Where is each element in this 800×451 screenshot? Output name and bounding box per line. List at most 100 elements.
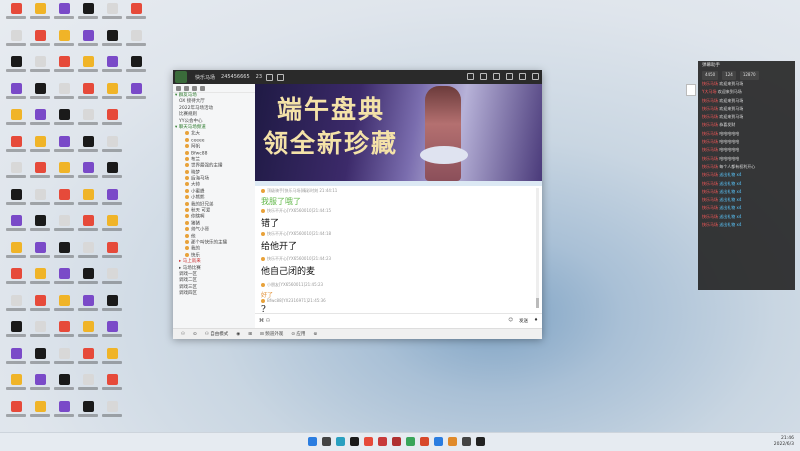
desktop-shortcut-icon[interactable]: [28, 372, 52, 396]
desktop-shortcut-icon[interactable]: [100, 240, 124, 264]
desktop-shortcut-icon[interactable]: [76, 54, 100, 78]
footer-item[interactable]: ⊟ 频道外观: [260, 331, 283, 337]
taskbar-app-icon[interactable]: [322, 437, 331, 446]
channel-item[interactable]: 调戏四区: [173, 291, 255, 297]
maximize-icon[interactable]: [519, 73, 526, 80]
desktop-shortcut-icon[interactable]: [4, 319, 28, 343]
desktop-shortcut-icon[interactable]: [28, 213, 52, 237]
desktop-shortcut-icon[interactable]: [4, 372, 28, 396]
footer-item[interactable]: ◉: [236, 332, 240, 337]
taskbar-app-icon[interactable]: [308, 437, 317, 446]
desktop-shortcut-icon[interactable]: [28, 187, 52, 211]
footer-item[interactable]: ⊙: [193, 332, 197, 337]
desktop-shortcut-icon[interactable]: [100, 107, 124, 131]
chat-message[interactable]: 快乐不开心[YX6560010]21:44:15 错了: [261, 208, 331, 229]
game-icon[interactable]: [480, 73, 487, 80]
desktop-shortcut-icon[interactable]: [76, 28, 100, 52]
share-icon[interactable]: [277, 73, 285, 81]
desktop-shortcut-icon[interactable]: [28, 346, 52, 370]
desktop-shortcut-icon[interactable]: [100, 213, 124, 237]
close-icon[interactable]: [532, 73, 539, 80]
desktop-shortcut-icon[interactable]: [28, 319, 52, 343]
desktop-shortcut-icon[interactable]: [52, 213, 76, 237]
desktop-shortcut-icon[interactable]: [4, 81, 28, 105]
taskbar-app-icon[interactable]: [462, 437, 471, 446]
desktop-shortcut-icon[interactable]: [28, 54, 52, 78]
desktop-shortcut-icon[interactable]: [28, 81, 52, 105]
chat-message[interactable]: 快乐不开心[YX6560010]21:44:23 他自己闭的麦: [261, 256, 331, 277]
desktop-shortcut-icon[interactable]: [52, 1, 76, 25]
desktop-shortcut-icon[interactable]: [100, 319, 124, 343]
desktop-shortcut-icon[interactable]: [124, 28, 148, 52]
message-input-area[interactable]: ⌘ ⚇ ☺ 发送 ♦: [255, 313, 542, 329]
desktop-shortcut-icon[interactable]: [100, 187, 124, 211]
desktop-shortcut-icon[interactable]: [28, 107, 52, 131]
taskbar-app-icon[interactable]: [378, 437, 387, 446]
desktop-shortcut-icon[interactable]: [52, 160, 76, 184]
desktop-shortcut-icon[interactable]: [76, 399, 100, 423]
desktop-shortcut-icon[interactable]: [100, 1, 124, 25]
desktop-shortcut-icon[interactable]: [4, 134, 28, 158]
desktop-shortcut-icon[interactable]: [52, 399, 76, 423]
desktop-shortcut-icon[interactable]: [4, 399, 28, 423]
desktop-shortcut-icon[interactable]: [4, 160, 28, 184]
desktop-shortcut-icon[interactable]: [100, 372, 124, 396]
desktop-shortcut-icon[interactable]: [4, 293, 28, 317]
desktop-shortcut-icon[interactable]: [100, 266, 124, 290]
desktop-shortcut-icon[interactable]: [28, 399, 52, 423]
desktop-shortcut-icon[interactable]: [76, 81, 100, 105]
desktop-shortcut-icon[interactable]: [100, 54, 124, 78]
mic-toggle-icon[interactable]: ♦: [534, 318, 538, 324]
home-icon[interactable]: [467, 73, 474, 80]
desktop-shortcut-icon[interactable]: [100, 81, 124, 105]
footer-item[interactable]: ⊙ 应用: [291, 331, 305, 337]
star-icon[interactable]: [266, 73, 274, 81]
desktop-shortcut-icon[interactable]: [124, 1, 148, 25]
taskbar-app-icon[interactable]: [364, 437, 373, 446]
desktop-shortcut-icon[interactable]: [4, 266, 28, 290]
desktop-shortcut-icon[interactable]: [76, 107, 100, 131]
desktop-shortcut-icon[interactable]: [4, 54, 28, 78]
desktop-shortcut-icon[interactable]: [76, 266, 100, 290]
system-tray[interactable]: 21:46 2022/6/3: [774, 436, 794, 448]
mic-icon[interactable]: [184, 85, 189, 91]
desktop-shortcut-icon[interactable]: [28, 266, 52, 290]
desktop-shortcut-icon[interactable]: [76, 134, 100, 158]
desktop-shortcut-icon[interactable]: [100, 293, 124, 317]
user-icon[interactable]: [176, 85, 181, 91]
group-avatar[interactable]: [175, 71, 187, 83]
desktop-shortcut-icon[interactable]: [28, 28, 52, 52]
footer-item[interactable]: ⚇ 自由模式: [205, 331, 228, 337]
chat-message[interactable]: 快乐不开心[YX6560010]21:44:18 给他开了: [261, 231, 331, 252]
desktop-shortcut-icon[interactable]: [28, 1, 52, 25]
send-button[interactable]: 发送: [519, 318, 528, 324]
desktop-shortcut-icon[interactable]: [76, 1, 100, 25]
footer-item[interactable]: ⊞: [248, 332, 252, 337]
desktop-shortcut-icon[interactable]: [4, 187, 28, 211]
desktop-shortcut-icon[interactable]: [100, 346, 124, 370]
desktop-shortcut-icon[interactable]: [4, 346, 28, 370]
taskbar-app-icon[interactable]: [350, 437, 359, 446]
message-scrollbar[interactable]: [536, 188, 539, 308]
emoji-icon[interactable]: ☺: [508, 318, 513, 324]
desktop-shortcut-icon[interactable]: [4, 240, 28, 264]
scrollbar-thumb[interactable]: [536, 298, 539, 308]
message-icon[interactable]: [493, 73, 500, 80]
taskbar-app-icon[interactable]: [434, 437, 443, 446]
desktop-shortcut-icon[interactable]: [52, 134, 76, 158]
desktop-shortcut-icon[interactable]: [52, 372, 76, 396]
desktop-shortcut-icon[interactable]: [4, 107, 28, 131]
taskbar-app-icon[interactable]: [476, 437, 485, 446]
input-tools[interactable]: ⌘ ⚇: [259, 318, 270, 324]
desktop-shortcut-icon[interactable]: [76, 160, 100, 184]
taskbar-app-icon[interactable]: [448, 437, 457, 446]
taskbar-app-icon[interactable]: [406, 437, 415, 446]
desktop-shortcut-icon[interactable]: [4, 213, 28, 237]
desktop-shortcut-icon[interactable]: [76, 187, 100, 211]
desktop-shortcut-icon[interactable]: [52, 266, 76, 290]
headset-icon[interactable]: [192, 85, 197, 91]
desktop-shortcut-icon[interactable]: [28, 240, 52, 264]
desktop-shortcut-icon[interactable]: [52, 81, 76, 105]
desktop-shortcut-icon[interactable]: [76, 346, 100, 370]
desktop-shortcut-icon[interactable]: [76, 293, 100, 317]
